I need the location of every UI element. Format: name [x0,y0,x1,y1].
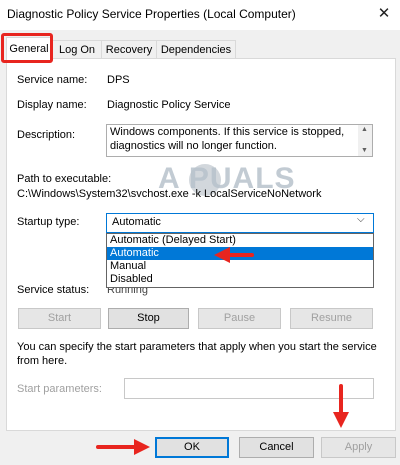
arrow-to-apply-icon [333,384,349,428]
arrow-to-ok-icon [96,439,150,455]
annotation-arrows [96,247,349,455]
arrow-to-automatic-icon [214,247,254,263]
